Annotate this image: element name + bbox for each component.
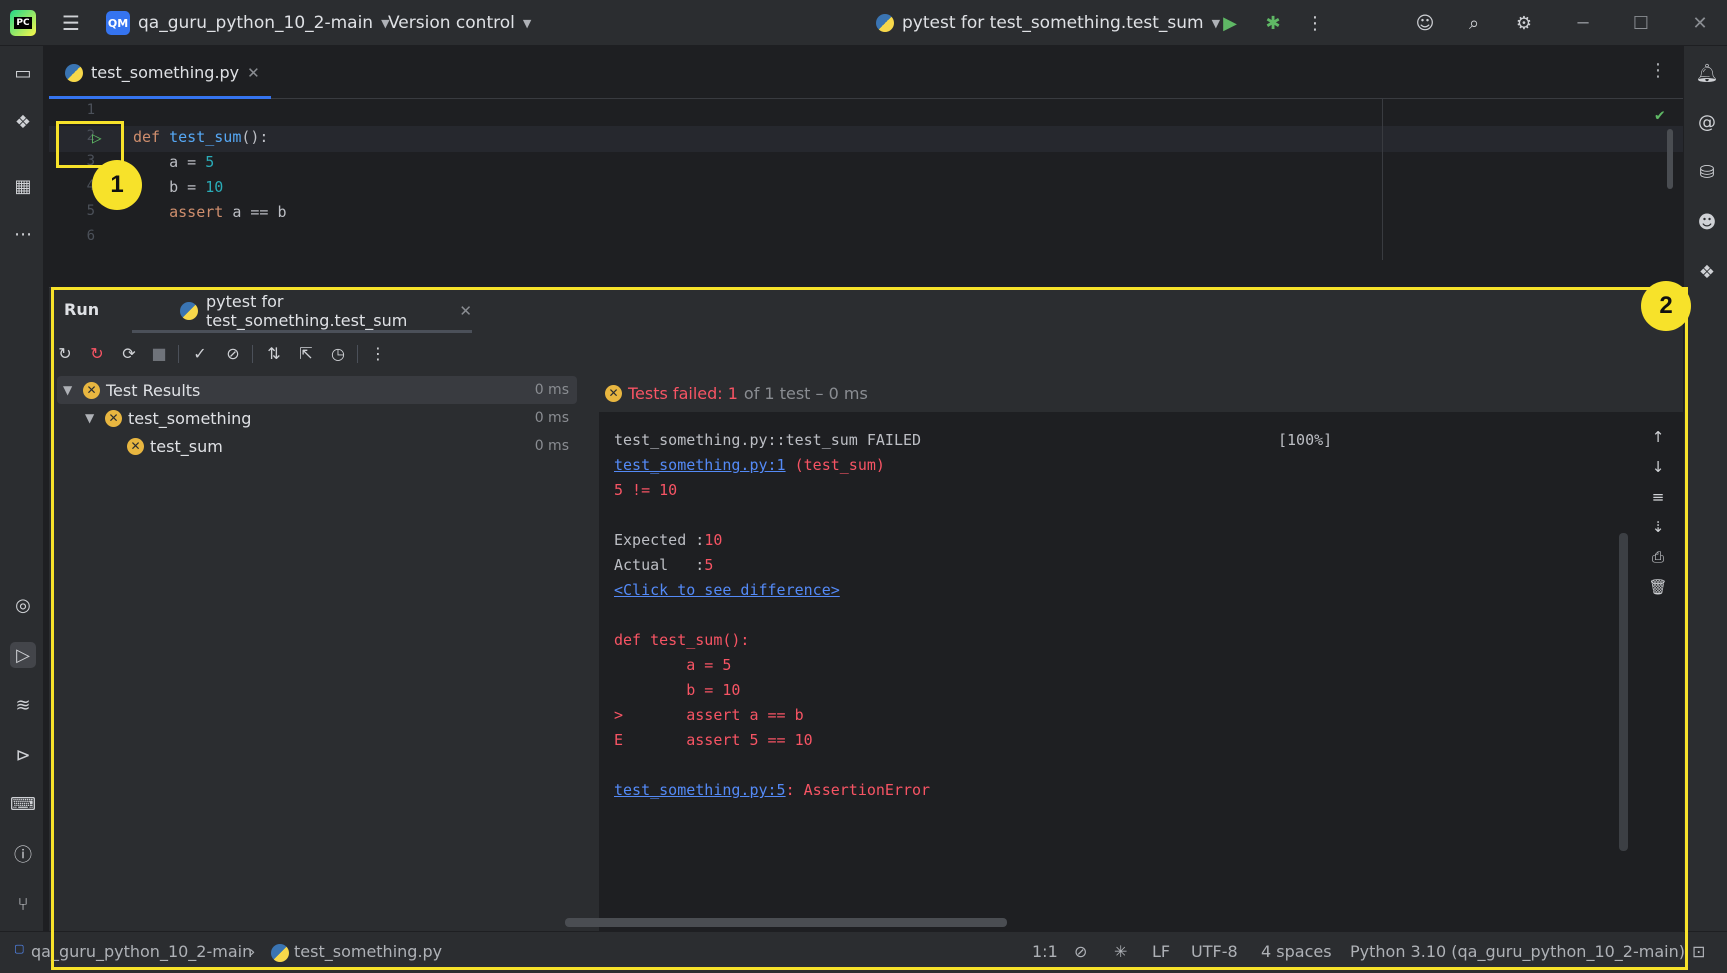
python-file-icon: [65, 63, 83, 82]
right-margin-guide: [1382, 99, 1383, 260]
logo-text: PC: [14, 17, 32, 29]
copilot-icon[interactable]: ☻: [1694, 209, 1720, 235]
right-tool-bar: 🔔︎ @ ⛁ ☻ ❖: [1683, 46, 1727, 931]
editor-tabs-menu-icon[interactable]: ⋮: [1649, 60, 1667, 81]
database-icon[interactable]: ⛁: [1694, 159, 1720, 185]
no-problems-check-icon[interactable]: ✔: [1655, 105, 1665, 124]
line-number: 6: [86, 228, 95, 244]
code-text: a =: [133, 153, 206, 171]
function-name: test_sum: [169, 128, 242, 146]
keyword: def: [133, 128, 170, 146]
run-tool-icon[interactable]: ▷: [10, 642, 36, 668]
minimize-icon[interactable]: ─: [1570, 10, 1596, 36]
ide-window: PC ☰ QM qa_guru_python_10_2-main ▼ Versi…: [0, 0, 1727, 973]
project-selector[interactable]: QM qa_guru_python_10_2-main ▼: [106, 10, 390, 36]
run-config-label: pytest for test_something.test_sum: [902, 13, 1204, 33]
annotation-badge-2: 2: [1641, 281, 1691, 331]
code-text: b =: [133, 178, 206, 196]
more-tools-icon[interactable]: ⋯: [10, 221, 36, 247]
ai-assistant-icon[interactable]: @: [1694, 109, 1720, 135]
services-icon[interactable]: ⊳: [10, 742, 36, 768]
python-console-icon[interactable]: ◎: [10, 592, 36, 618]
problems-icon[interactable]: ⓘ: [10, 841, 36, 867]
pycharm-logo-icon[interactable]: PC: [10, 10, 36, 36]
version-control-menu[interactable]: Version control ▼: [388, 10, 531, 36]
tab-test-something[interactable]: test_something.py ✕: [49, 46, 271, 99]
code-line-4: b = 10: [133, 178, 223, 196]
project-folder-icon[interactable]: ▭: [10, 60, 36, 86]
chevron-down-icon: ▼: [522, 16, 532, 30]
code-text: ():: [241, 128, 269, 146]
terminal-icon[interactable]: ⌨: [10, 791, 36, 817]
editor-tab-bar: test_something.py ✕ ⋮: [49, 46, 1683, 99]
code-line-2: def test_sum():: [133, 128, 268, 146]
tab-label: test_something.py: [91, 63, 240, 82]
code-editor[interactable]: 1 2 3 4 5 6 ▷ def test_sum(): a = 5 b = …: [49, 99, 1683, 260]
layers-icon[interactable]: ≋: [10, 692, 36, 718]
python-packages-right-icon[interactable]: ❖: [1694, 259, 1720, 285]
code-line-3: a = 5: [133, 153, 214, 171]
python-packages-icon[interactable]: ❖: [10, 109, 36, 135]
title-bar: PC ☰ QM qa_guru_python_10_2-main ▼ Versi…: [0, 0, 1727, 46]
number-literal: 5: [205, 153, 215, 171]
lock-icon[interactable]: ⊡: [1692, 942, 1705, 961]
add-user-icon[interactable]: ☺: [1412, 10, 1438, 36]
highlight-box-2: [51, 287, 1688, 970]
version-control-label: Version control: [388, 13, 515, 33]
run-icon[interactable]: ▶: [1217, 10, 1243, 36]
close-window-icon[interactable]: ✕: [1687, 10, 1713, 36]
code-line-5: assert a == b: [133, 203, 287, 221]
line-number: 1: [86, 102, 95, 118]
settings-gear-icon[interactable]: ⚙: [1511, 10, 1537, 36]
line-number: 4: [86, 178, 95, 194]
number-literal: 10: [205, 178, 224, 196]
search-icon[interactable]: ⌕: [1461, 10, 1487, 36]
left-tool-bar: ▭ ❖ ▦ ⋯ ◎ ▷ ≋ ⊳ ⌨ ⓘ ⑂: [0, 46, 44, 931]
close-tab-icon[interactable]: ✕: [247, 64, 260, 82]
git-icon[interactable]: ⑂: [10, 891, 36, 917]
editor-scrollbar[interactable]: [1667, 129, 1673, 189]
run-config-selector[interactable]: pytest for test_something.test_sum ▼: [876, 10, 1220, 36]
keyword: assert: [133, 203, 224, 221]
project-badge: QM: [106, 11, 130, 35]
current-line-highlight: [49, 126, 1683, 152]
module-icon: ▢: [14, 942, 25, 955]
more-actions-icon[interactable]: ⋮: [1302, 10, 1328, 36]
annotation-badge-1: 1: [92, 160, 142, 210]
line-number: 5: [86, 203, 95, 219]
project-name: qa_guru_python_10_2-main: [138, 13, 374, 33]
python-icon: [876, 14, 894, 32]
notifications-icon[interactable]: 🔔︎: [1694, 60, 1720, 86]
main-menu-icon[interactable]: ☰: [60, 11, 82, 35]
structure-icon[interactable]: ▦: [10, 173, 36, 199]
code-text: a == b: [223, 203, 287, 221]
maximize-icon[interactable]: ☐: [1628, 10, 1654, 36]
debug-icon[interactable]: ✱: [1260, 10, 1286, 36]
